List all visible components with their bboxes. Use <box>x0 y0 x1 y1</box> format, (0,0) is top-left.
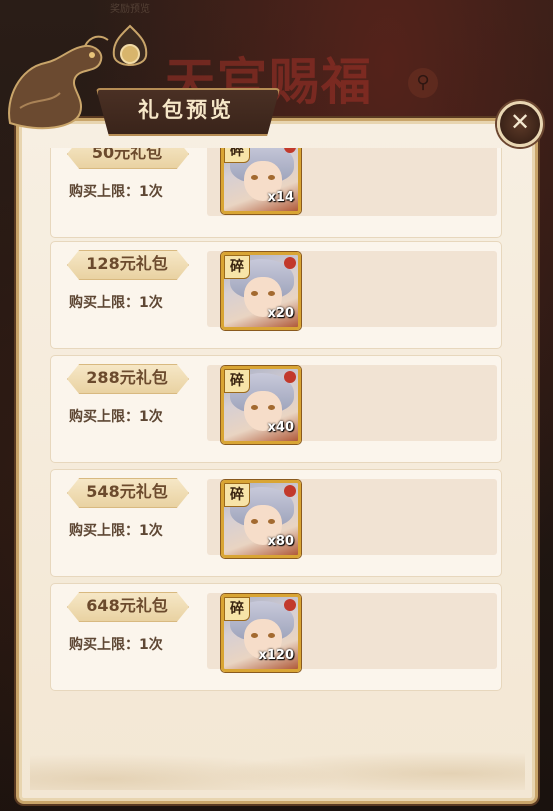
rarity-dot-icon <box>284 599 296 611</box>
pack-price: 288元礼包 <box>86 368 168 387</box>
fragment-badge: 碎 <box>224 597 250 621</box>
item-quantity: x14 <box>267 190 294 205</box>
pack-price: 50元礼包 <box>91 148 163 162</box>
pack-card: 50元礼包购买上限：1次 碎 x14 <box>50 148 502 238</box>
character-eye <box>268 519 275 524</box>
character-fragment-item[interactable]: 碎 x14 <box>221 148 301 214</box>
background-search-icon: ⚲ <box>408 68 438 98</box>
character-eye <box>268 405 275 410</box>
fragment-badge: 碎 <box>224 369 250 393</box>
pack-card: 548元礼包购买上限：1次 碎 x80 <box>50 469 502 577</box>
item-quantity: x120 <box>258 648 294 663</box>
item-quantity: x80 <box>267 534 294 549</box>
pack-list[interactable]: 50元礼包 购买上限：1次碎 x14 128元礼包 购买上限：1次碎 x20 288元礼包购… <box>50 148 502 708</box>
character-fragment-item[interactable]: 碎 x20 <box>221 252 301 330</box>
character-eye <box>251 175 258 180</box>
purchase-limit: 购买上限：1次 <box>69 637 163 653</box>
character-eye <box>251 291 258 296</box>
character-fragment-item[interactable]: 碎 x80 <box>221 480 301 558</box>
rarity-dot-icon <box>284 485 296 497</box>
character-fragment-item[interactable]: 碎 x40 <box>221 366 301 444</box>
purchase-limit: 购买上限：1次 <box>69 409 163 425</box>
rarity-dot-icon <box>284 257 296 269</box>
pack-price: 548元礼包 <box>86 482 168 501</box>
character-eye <box>268 175 275 180</box>
character-eye <box>251 519 258 524</box>
popup-title: 礼包预览 <box>138 97 234 122</box>
item-quantity: x20 <box>267 306 294 321</box>
character-eye <box>251 633 258 638</box>
close-button[interactable]: ✕ <box>497 101 543 147</box>
character-eye <box>251 405 258 410</box>
purchase-limit: 购买上限：1次 <box>69 184 163 200</box>
cloud-decoration <box>30 735 525 790</box>
pack-price: 128元礼包 <box>86 254 168 273</box>
rarity-dot-icon <box>284 371 296 383</box>
character-eye <box>268 633 275 638</box>
purchase-limit: 购买上限：1次 <box>69 295 163 311</box>
pack-card: 288元礼包购买上限：1次 碎 x40 <box>50 355 502 463</box>
purchase-limit: 购买上限：1次 <box>69 523 163 539</box>
pack-card: 648元礼包购买上限：1次 碎 x120 <box>50 583 502 691</box>
item-quantity: x40 <box>267 420 294 435</box>
background-top-text: 奖励预览 <box>110 4 150 15</box>
flame-orb-icon <box>112 24 148 66</box>
pack-card: 128元礼包购买上限：1次 碎 x20 <box>50 241 502 349</box>
fragment-badge: 碎 <box>224 255 250 279</box>
pack-price: 648元礼包 <box>86 596 168 615</box>
character-fragment-item[interactable]: 碎 x120 <box>221 594 301 672</box>
fragment-badge: 碎 <box>224 148 250 163</box>
character-eye <box>268 291 275 296</box>
fragment-badge: 碎 <box>224 483 250 507</box>
